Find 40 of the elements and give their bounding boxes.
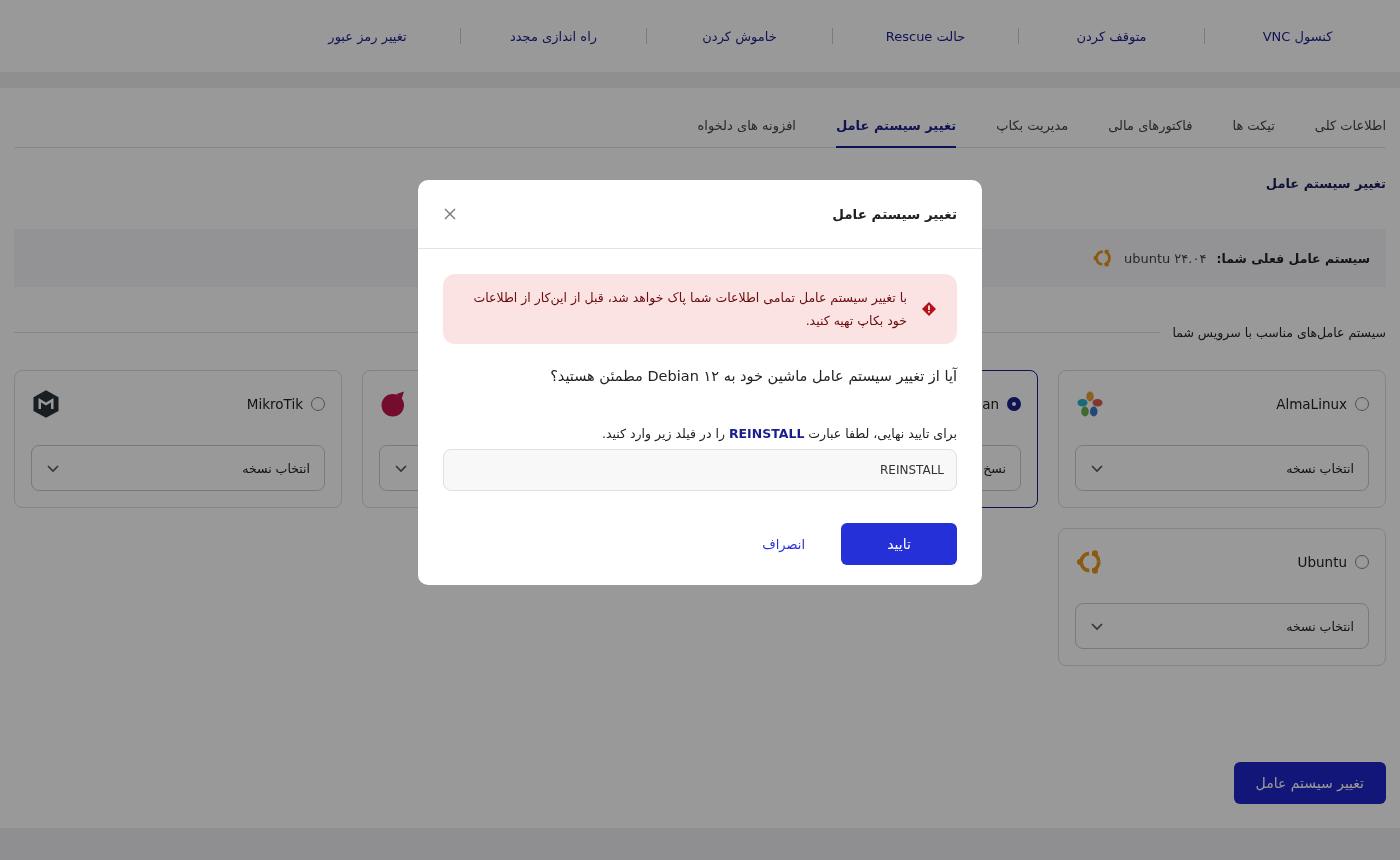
ring-logo-icon <box>1091 247 1114 269</box>
petals-logo-icon <box>1075 389 1105 419</box>
os-name: Ubuntu <box>1297 554 1347 570</box>
action-link[interactable]: راه اندازی مجدد <box>471 28 636 44</box>
tab[interactable]: مدیریت بکاپ <box>996 114 1069 148</box>
select-placeholder: انتخاب نسخه <box>1286 618 1354 634</box>
current-os-value: ubuntu ۲۴.۰۴ <box>1123 250 1207 266</box>
warning-text: با تغییر سیستم عامل تمامی اطلاعات شما پاک خواهد شد، قبل از این‌کار از اطلاعات خود بکاپ تهیه کنید. <box>472 289 907 331</box>
section-title: تغییر سیستم عامل <box>1264 176 1386 191</box>
version-select[interactable]: انتخاب نسخه <box>1075 603 1369 649</box>
confirm-button[interactable]: تایید <box>841 523 957 565</box>
current-os-label: سیستم عامل فعلی شما: <box>1216 250 1370 266</box>
action-link[interactable]: حالت Rescue <box>843 28 1008 44</box>
change-os-button[interactable]: تغییر سیستم عامل <box>1233 762 1386 804</box>
cancel-link[interactable]: انصراف <box>762 532 805 556</box>
question-text: آیا از تغییر سیستم عامل ماشین خود به Debian ۱۲ مطمئن هستید؟ <box>549 368 957 384</box>
os-name: AlmaLinux <box>1276 396 1347 412</box>
close-icon[interactable] <box>443 207 457 221</box>
tab[interactable]: اطلاعات کلی <box>1314 114 1386 148</box>
action-link[interactable]: تغییر رمز عبور <box>285 28 450 44</box>
select-placeholder: نسخ <box>983 460 1006 476</box>
dialog-title: تغییر سیستم عامل <box>832 206 957 222</box>
warning-icon <box>921 301 937 317</box>
radio-button[interactable] <box>1007 397 1021 411</box>
input-field[interactable]: REINSTALL <box>443 449 957 491</box>
tab[interactable]: تیکت ها <box>1232 114 1275 148</box>
os-list-heading: سیستم عامل‌های مناسب با سرویس شما <box>1172 325 1386 340</box>
os-name: an <box>982 396 999 412</box>
action-link[interactable]: خاموش کردن <box>657 28 822 44</box>
os-name: MikroTik <box>246 396 303 412</box>
action-link[interactable]: متوقف کردن <box>1029 28 1194 44</box>
select-placeholder: انتخاب نسخه <box>242 460 310 476</box>
action-link[interactable]: کنسول VNC <box>1215 28 1380 44</box>
hexagon-logo-icon <box>31 389 61 419</box>
select-placeholder: انتخاب نسخه <box>1286 460 1354 476</box>
version-select[interactable]: انتخاب نسخه <box>1075 445 1369 491</box>
version-select[interactable]: انتخاب نسخه <box>31 445 325 491</box>
tab[interactable]: تغییر سیستم عامل <box>835 114 957 148</box>
tab[interactable]: افزونه های دلخواه <box>697 114 796 148</box>
tab[interactable]: فاکتورهای مالی <box>1108 114 1193 148</box>
